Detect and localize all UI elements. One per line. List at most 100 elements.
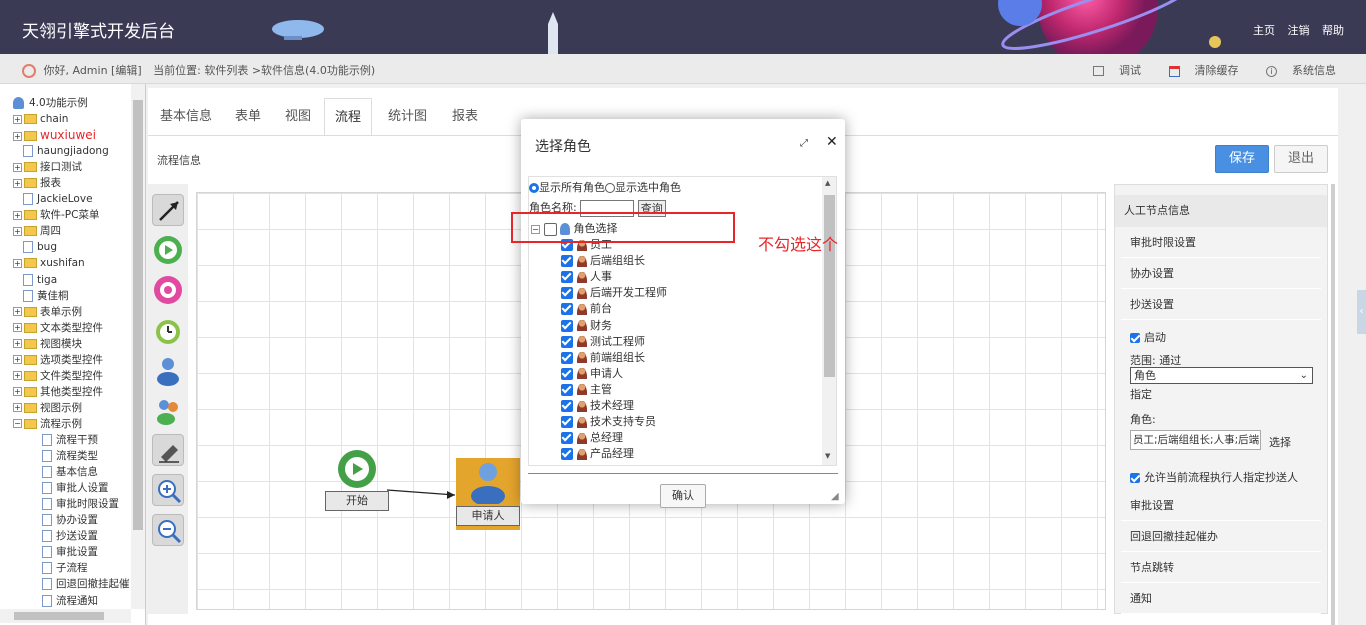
help-link[interactable]: 帮助 xyxy=(1322,24,1344,37)
role-checkbox[interactable] xyxy=(561,351,573,364)
expand-icon[interactable]: + xyxy=(13,258,22,268)
scroll-up-arrow-icon[interactable]: ▲ xyxy=(825,179,830,187)
tab-chart[interactable]: 统计图 xyxy=(378,98,437,136)
sidebar-child-item[interactable]: 审批人设置 xyxy=(42,480,109,496)
debug-button[interactable]: 调试 xyxy=(1081,64,1141,77)
tab-form[interactable]: 表单 xyxy=(225,98,271,136)
show-all-radio[interactable]: 显示所有角色 xyxy=(529,181,605,194)
expand-icon[interactable]: + xyxy=(13,226,22,236)
panel-row-approve[interactable]: 审批设置 xyxy=(1121,490,1321,521)
scope-select[interactable]: 角色 ⌄ xyxy=(1130,367,1313,384)
sidebar-item[interactable]: + wuxiuwei xyxy=(13,127,96,143)
sidebar-child-item[interactable]: 审批设置 xyxy=(42,544,98,560)
show-selected-radio[interactable]: 显示选中角色 xyxy=(605,181,681,194)
sidebar-child-item[interactable]: 流程通知 xyxy=(42,593,98,609)
role-checkbox[interactable] xyxy=(561,367,573,380)
expand-icon[interactable]: + xyxy=(13,162,22,172)
applicant-node[interactable]: 申请人 xyxy=(456,458,520,530)
role-item[interactable]: 主管 xyxy=(561,382,612,398)
zoom-in-icon[interactable] xyxy=(152,474,184,506)
logout-link[interactable]: 注销 xyxy=(1288,24,1310,37)
role-list-scrollbar[interactable]: ▲ ▼ xyxy=(822,177,836,465)
sidebar-item[interactable]: + 视图示例 xyxy=(13,400,82,416)
role-checkbox[interactable] xyxy=(561,400,573,412)
sidebar-item[interactable]: + 文本类型控件 xyxy=(13,320,103,336)
panel-row-cohandle[interactable]: 协办设置 xyxy=(1121,258,1321,289)
panel-row-notify[interactable]: 通知 xyxy=(1121,583,1321,614)
save-button[interactable]: 保存 xyxy=(1215,145,1269,173)
eraser-icon[interactable] xyxy=(152,434,184,466)
sidebar-child-item[interactable]: 协办设置 xyxy=(42,512,98,528)
home-link[interactable]: 主页 xyxy=(1253,24,1275,37)
sidebar-item[interactable]: + 接口测试 xyxy=(13,159,82,175)
greeting[interactable]: 你好, Admin [编辑] xyxy=(44,64,142,77)
expand-icon[interactable]: + xyxy=(13,131,22,141)
sidebar-child-item[interactable]: 审批时限设置 xyxy=(42,496,119,512)
tree-root[interactable]: 4.0功能示例 xyxy=(13,95,88,111)
role-checkbox[interactable] xyxy=(561,271,573,284)
human-node-icon[interactable] xyxy=(152,354,184,386)
expand-icon[interactable]: + xyxy=(13,371,22,381)
expand-icon[interactable]: + xyxy=(13,339,22,349)
role-item[interactable]: 前台 xyxy=(561,301,612,317)
sidebar-item[interactable]: + 报表 xyxy=(13,175,61,191)
role-item[interactable]: 测试工程师 xyxy=(561,334,645,350)
role-item[interactable]: 技术经理 xyxy=(561,398,634,414)
start-node[interactable]: 开始 xyxy=(325,449,389,511)
sidebar-item[interactable]: tiga xyxy=(23,272,57,288)
role-checkbox[interactable] xyxy=(561,255,573,268)
exit-button[interactable]: 退出 xyxy=(1274,145,1328,173)
role-item[interactable]: 产品经理 xyxy=(561,446,634,462)
role-checkbox[interactable] xyxy=(561,335,573,348)
tab-report[interactable]: 报表 xyxy=(442,98,488,136)
expand-icon[interactable]: + xyxy=(13,210,22,220)
sidebar-item[interactable]: − 流程示例 xyxy=(13,416,82,432)
role-checkbox[interactable] xyxy=(561,416,573,429)
sidebar-item[interactable]: + 其他类型控件 xyxy=(13,384,103,400)
role-item[interactable]: 财务 xyxy=(561,318,612,334)
role-item[interactable]: 技术支持专员 xyxy=(561,414,656,430)
collapse-handle[interactable]: ‹ xyxy=(1357,290,1366,334)
end-node-icon[interactable] xyxy=(152,274,184,306)
sidebar-vertical-scrollbar[interactable] xyxy=(131,84,145,609)
expand-icon[interactable]: + xyxy=(13,178,22,188)
tab-basic-info[interactable]: 基本信息 xyxy=(150,98,222,136)
role-checkbox[interactable] xyxy=(561,303,573,316)
close-icon[interactable]: ✕ xyxy=(826,134,838,150)
expand-icon[interactable]: + xyxy=(13,307,22,317)
expand-icon[interactable]: − xyxy=(13,419,22,429)
sidebar-item[interactable]: + xushifan xyxy=(13,255,85,271)
expand-icon[interactable]: + xyxy=(13,355,22,365)
role-input[interactable]: 员工;后端组组长;人事;后端 xyxy=(1130,430,1261,450)
role-item[interactable]: 前端组组长 xyxy=(561,350,645,366)
sidebar-item[interactable]: + 软件-PC菜单 xyxy=(13,207,99,223)
panel-row-rollback[interactable]: 回退回撤挂起催办 xyxy=(1121,521,1321,552)
maximize-icon[interactable]: ⤢ xyxy=(800,138,808,149)
clear-cache-button[interactable]: 清除缓存 xyxy=(1157,64,1239,77)
sidebar-child-item[interactable]: 回退回撤挂起催 xyxy=(42,576,130,592)
sidebar-item[interactable]: JackieLove xyxy=(23,191,93,207)
sidebar-child-item[interactable]: 基本信息 xyxy=(42,464,98,480)
sidebar-item[interactable]: 黄佳桐 xyxy=(23,288,69,304)
sidebar-item[interactable]: + chain xyxy=(13,111,68,127)
sidebar-child-item[interactable]: 抄送设置 xyxy=(42,528,98,544)
sidebar-child-item[interactable]: 子流程 xyxy=(42,560,88,576)
sidebar-child-item[interactable]: 流程类型 xyxy=(42,448,98,464)
confirm-button[interactable]: 确认 xyxy=(660,484,706,508)
role-item[interactable]: 后端开发工程师 xyxy=(561,285,667,301)
expand-icon[interactable]: + xyxy=(13,387,22,397)
sidebar-item[interactable]: + 选项类型控件 xyxy=(13,352,103,368)
start-node-icon[interactable] xyxy=(152,234,184,266)
panel-row-cc[interactable]: 抄送设置 xyxy=(1121,289,1321,320)
role-item[interactable]: 总经理 xyxy=(561,430,623,446)
role-checkbox[interactable] xyxy=(561,383,573,396)
sidebar-horizontal-scrollbar[interactable] xyxy=(0,609,131,623)
tab-view[interactable]: 视图 xyxy=(275,98,321,136)
enable-checkbox[interactable]: 启动 xyxy=(1130,329,1166,345)
allow-cc-checkbox[interactable]: 允许当前流程执行人指定抄送人 xyxy=(1130,469,1298,485)
zoom-out-icon[interactable] xyxy=(152,514,184,546)
sidebar-item[interactable]: + 文件类型控件 xyxy=(13,368,103,384)
sidebar-item[interactable]: haungjiadong xyxy=(23,143,109,159)
role-item[interactable]: 人事 xyxy=(561,269,612,285)
group-node-icon[interactable] xyxy=(152,394,184,426)
